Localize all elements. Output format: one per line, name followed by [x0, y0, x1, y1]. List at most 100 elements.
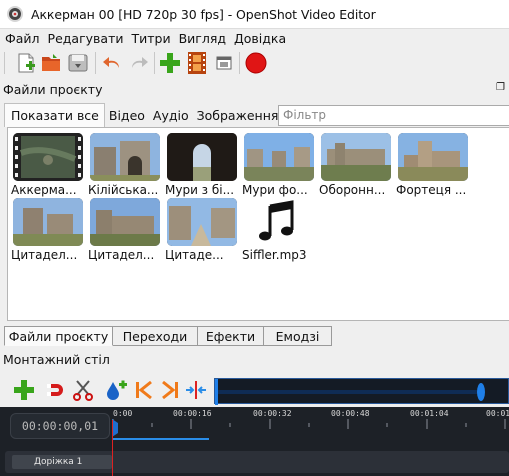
files-list: Аккерма... Кілійська... Мури з бі... Мур…	[7, 127, 509, 321]
file-item[interactable]: Кілійська...	[87, 133, 163, 197]
image-thumbnail	[244, 133, 314, 181]
add-marker-icon	[107, 380, 127, 400]
snap-icon	[47, 384, 63, 396]
undo-icon	[103, 57, 119, 68]
toolbar-grip	[4, 52, 5, 74]
playhead[interactable]	[112, 420, 113, 476]
track-row[interactable]: Доріжка 1	[5, 451, 509, 473]
bottom-tabs: Файли проєкту Переходи Ефекти Емодзі	[4, 326, 332, 346]
open-project-button[interactable]	[39, 51, 63, 75]
import-files-icon	[160, 53, 180, 73]
tab-project-files[interactable]: Файли проєкту	[4, 326, 113, 346]
tab-emoji[interactable]: Емодзі	[264, 326, 332, 346]
tab-transitions[interactable]: Переходи	[113, 326, 198, 346]
openshot-logo-icon	[7, 6, 23, 22]
tab-images[interactable]: Зображення	[193, 103, 283, 127]
filter-tabs: Показати все Відео Аудіо Зображення	[4, 103, 282, 127]
add-marker-button[interactable]	[104, 378, 128, 402]
ruler-label: 00:01:04	[410, 409, 449, 418]
next-marker-button[interactable]	[158, 378, 182, 402]
image-thumbnail	[167, 133, 237, 181]
undo-button[interactable]	[100, 51, 124, 75]
tab-effects[interactable]: Ефекти	[198, 326, 264, 346]
video-thumbnail	[13, 133, 83, 181]
save-project-icon	[68, 54, 88, 72]
add-track-button[interactable]	[12, 378, 36, 402]
file-item-label: Аккерма...	[11, 183, 77, 197]
timeline-title: Монтажний стіл	[3, 352, 110, 367]
track-name[interactable]: Доріжка 1	[12, 455, 112, 469]
razor-button[interactable]	[71, 378, 95, 402]
new-project-icon	[18, 53, 35, 73]
add-track-icon	[14, 380, 34, 400]
timeline-ruler[interactable]: 0:00 00:00:16 00:00:32 00:00:48 00:01:04…	[112, 409, 509, 441]
menu-titles[interactable]: Титри	[126, 31, 173, 46]
ruler-label: 00:00:32	[253, 409, 292, 418]
title-bar: Аккерман 00 [HD 720p 30 fps] - OpenShot …	[0, 0, 509, 29]
redo-icon	[132, 57, 148, 68]
previous-marker-button[interactable]	[132, 378, 156, 402]
file-item[interactable]: Мури фо...	[241, 133, 317, 197]
save-project-button[interactable]	[66, 51, 90, 75]
zoom-scrollbar-track	[215, 379, 485, 405]
file-item-label: Цитадел...	[11, 248, 78, 262]
ruler-label: 00:00:16	[173, 409, 212, 418]
filter-input[interactable]: Фільтр	[278, 105, 509, 126]
image-thumbnail	[321, 133, 391, 181]
menu-view[interactable]: Вигляд	[174, 31, 229, 46]
file-item[interactable]: Мури з бі...	[164, 133, 240, 197]
window-title: Аккерман 00 [HD 720p 30 fps] - OpenShot …	[31, 6, 376, 22]
timeline-zoom-scrollbar[interactable]	[214, 378, 509, 405]
ruler-label: 00:00:48	[331, 409, 370, 418]
choose-profile-button[interactable]	[185, 51, 209, 75]
menu-file[interactable]: Файл	[0, 31, 43, 46]
profile-film-icon	[188, 52, 206, 74]
file-item-label: Фортеця ...	[396, 183, 467, 197]
music-note-icon	[244, 198, 314, 246]
file-item[interactable]: Оборонн...	[318, 133, 394, 197]
image-thumbnail	[13, 198, 83, 246]
image-thumbnail	[398, 133, 468, 181]
image-thumbnail	[90, 133, 160, 181]
file-item-label: Siffler.mp3	[242, 248, 307, 262]
file-item[interactable]: Siffler.mp3	[241, 198, 317, 262]
file-item[interactable]: Аккерма...	[10, 133, 86, 197]
redo-button[interactable]	[127, 51, 151, 75]
tab-audio[interactable]: Аудіо	[149, 103, 193, 127]
audio-thumbnail	[244, 198, 314, 246]
previous-marker-icon	[136, 380, 152, 400]
razor-icon	[73, 380, 93, 401]
center-playhead-button[interactable]	[184, 378, 208, 402]
center-playhead-icon	[186, 381, 206, 399]
next-marker-icon	[162, 380, 178, 400]
tab-show-all[interactable]: Показати все	[4, 103, 105, 127]
files-panel-title: Файли проєкту	[3, 82, 103, 97]
openshot-window: Аккерман 00 [HD 720p 30 fps] - OpenShot …	[0, 0, 509, 476]
toolbar-separator	[154, 52, 155, 74]
toolbar-separator	[95, 52, 96, 74]
file-item-label: Мури з бі...	[165, 183, 235, 197]
new-project-button[interactable]	[14, 51, 38, 75]
file-item[interactable]: Цитадел...	[10, 198, 86, 262]
float-panel-icon[interactable]: ❐	[496, 82, 505, 93]
file-item-label: Мури фо...	[242, 183, 308, 197]
file-item-label: Цитадел...	[88, 248, 155, 262]
image-thumbnail	[167, 198, 237, 246]
menu-edit[interactable]: Редагувати	[43, 31, 127, 46]
file-item[interactable]: Цитадел...	[87, 198, 163, 262]
image-thumbnail	[90, 198, 160, 246]
record-icon	[245, 52, 267, 74]
open-project-icon	[42, 54, 60, 71]
fullscreen-button[interactable]	[212, 51, 236, 75]
tab-video[interactable]: Відео	[105, 103, 149, 127]
menu-help[interactable]: Довідка	[229, 31, 289, 46]
export-video-button[interactable]	[244, 51, 268, 75]
file-item[interactable]: Фортеця ...	[395, 133, 471, 197]
ruler-label: 00:01:	[486, 409, 509, 418]
snap-button[interactable]	[44, 378, 68, 402]
file-item[interactable]: Цитаде...	[164, 198, 240, 262]
toolbar-separator	[239, 52, 240, 74]
import-files-button[interactable]	[158, 51, 182, 75]
ruler-label: 0:00	[113, 409, 133, 418]
file-item-label: Кілійська...	[88, 183, 159, 197]
